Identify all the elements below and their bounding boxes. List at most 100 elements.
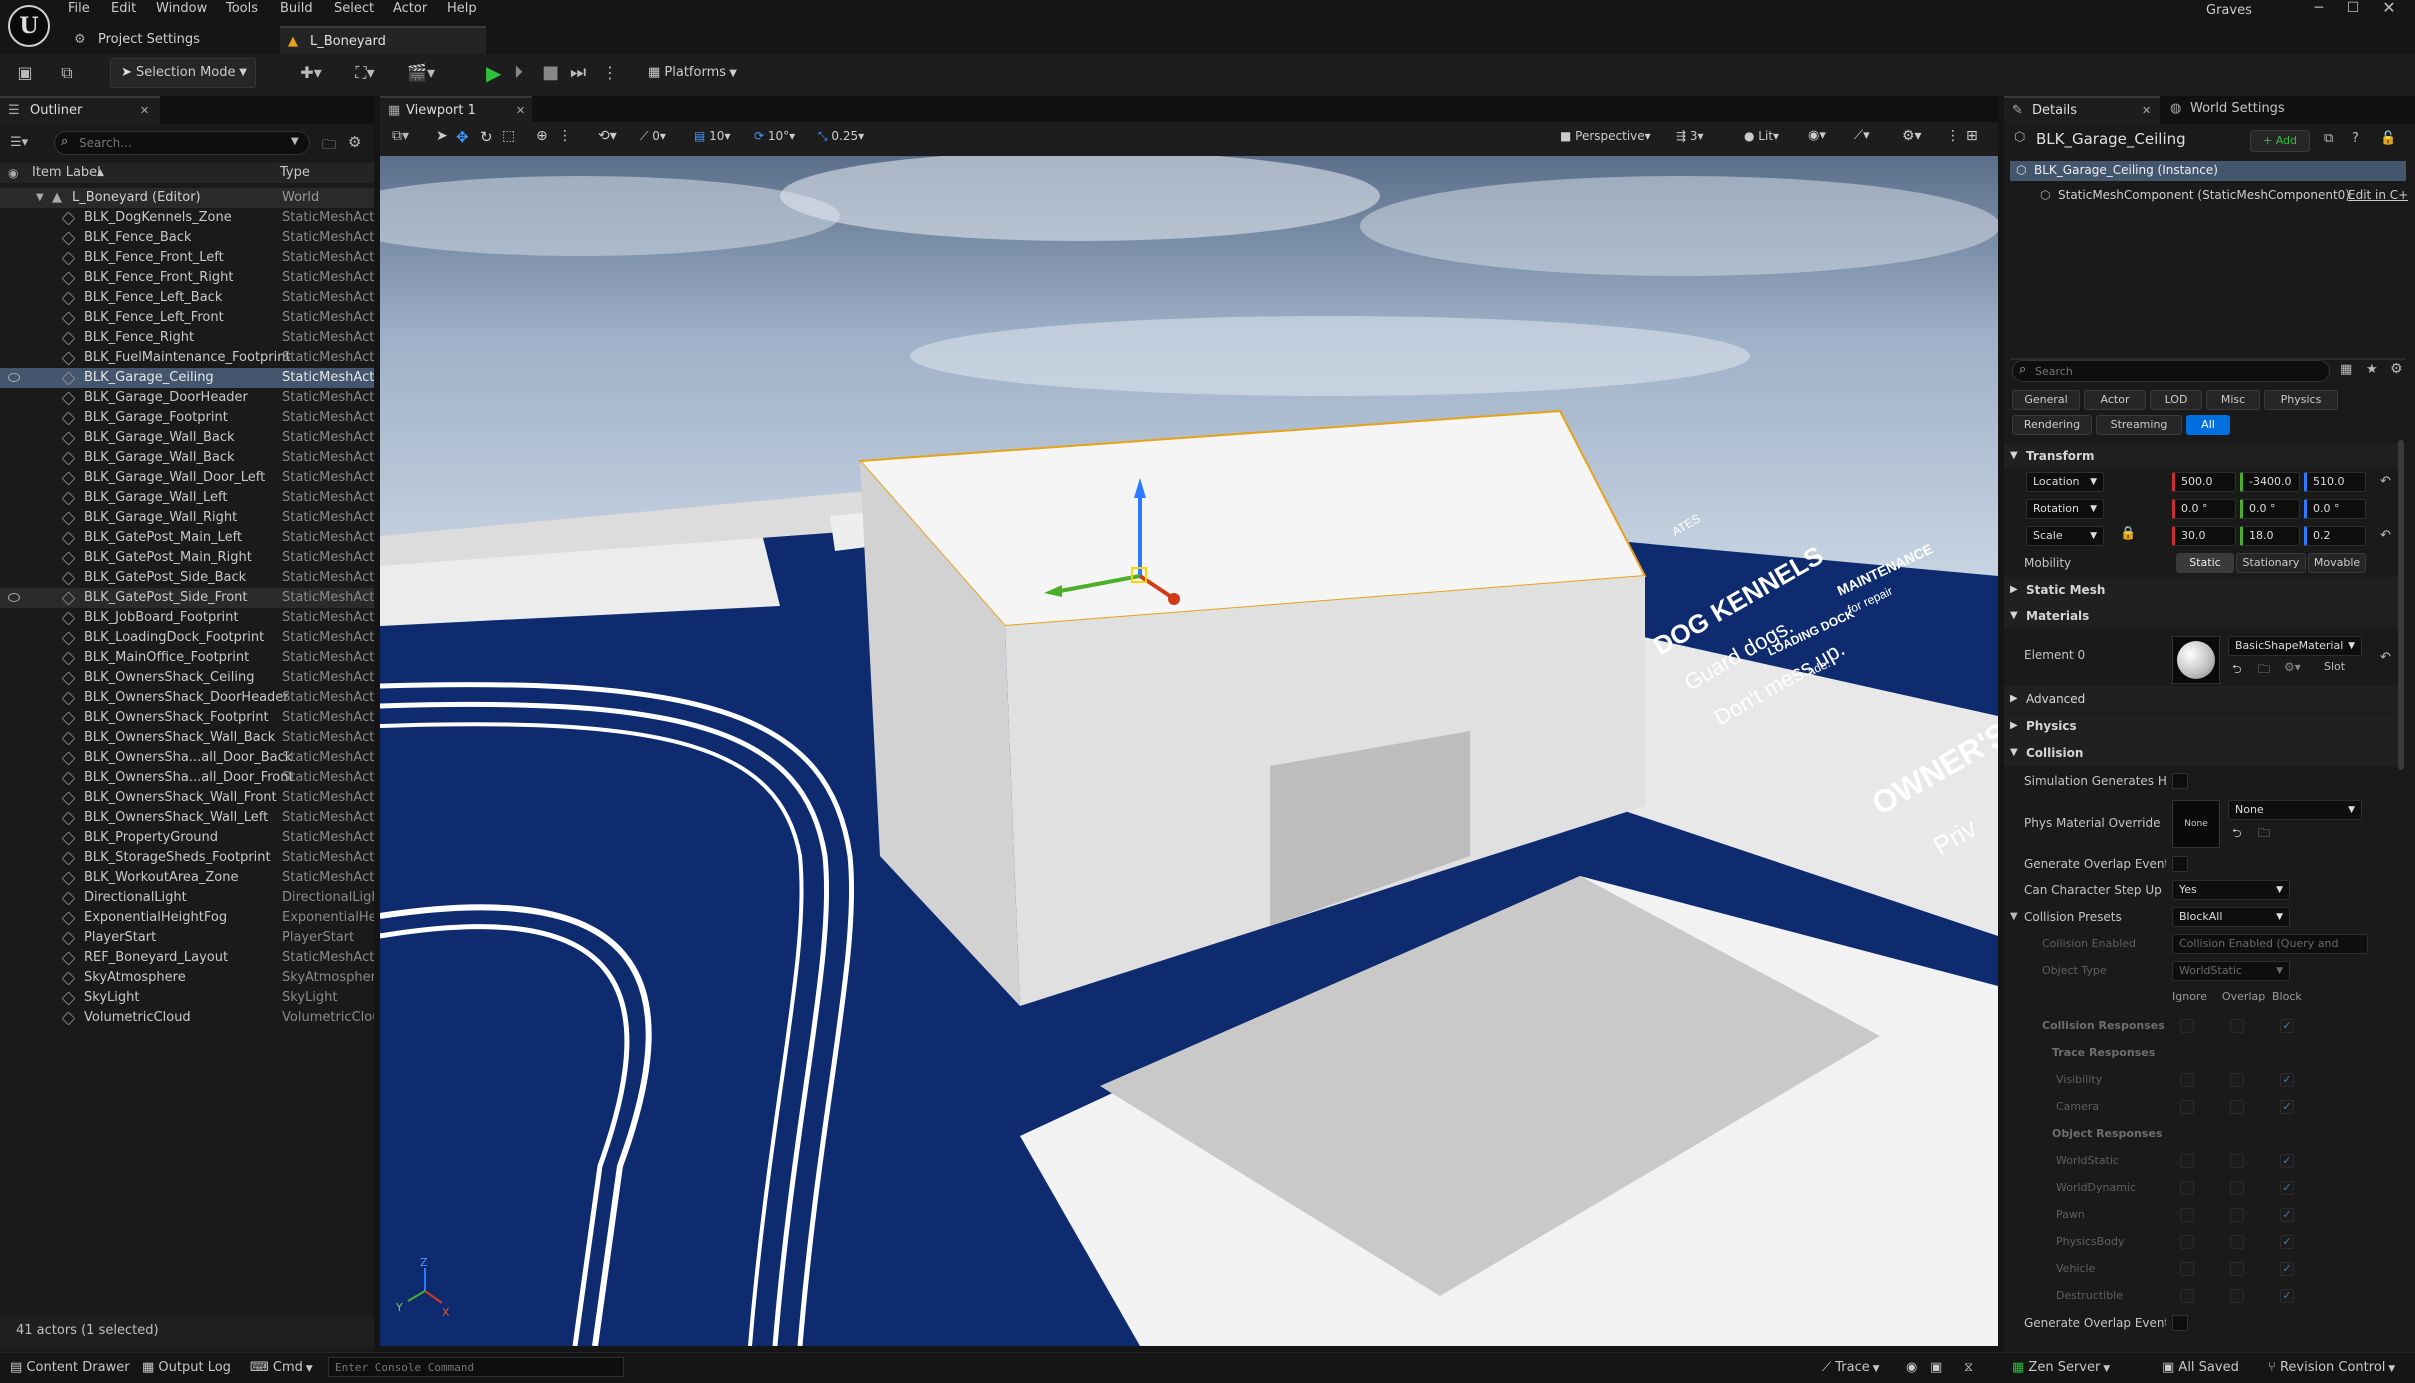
- blueprint-icon[interactable]: ⧉: [2324, 131, 2333, 146]
- output-log-button[interactable]: ▦ Output Log: [142, 1358, 231, 1378]
- console-input[interactable]: [328, 1357, 624, 1377]
- outliner-row[interactable]: SkyLight SkyLight: [0, 988, 374, 1008]
- favorites-icon[interactable]: ★: [2366, 362, 2378, 377]
- new-folder-icon[interactable]: 🗀: [322, 134, 336, 158]
- menu-actor[interactable]: Actor: [393, 0, 427, 18]
- outliner-row[interactable]: BLK_Fence_Left_Front StaticMeshActor: [0, 308, 374, 328]
- settings-icon[interactable]: ⚙: [348, 133, 361, 151]
- collapse-arrow-icon[interactable]: ▼: [2010, 904, 2018, 930]
- scale-z-field[interactable]: 0.2: [2304, 526, 2366, 546]
- phys-material-dropdown[interactable]: None ▼: [2228, 800, 2362, 820]
- collision-section[interactable]: ▼ Collision: [2004, 740, 2400, 766]
- outliner-row[interactable]: BLK_Fence_Left_Back StaticMeshActor: [0, 288, 374, 308]
- menu-tools[interactable]: Tools: [226, 0, 258, 18]
- viewport-3d[interactable]: DOG KENNELS Guard dogs. Don't mess up. O…: [380, 156, 1998, 1346]
- outliner-row[interactable]: BLK_Garage_Wall_Right StaticMeshActor: [0, 508, 374, 528]
- rotation-y-field[interactable]: 0.0 °: [2240, 499, 2300, 519]
- blueprint-icon[interactable]: ⛶▾: [346, 62, 384, 84]
- sim-hits-checkbox[interactable]: [2172, 773, 2188, 789]
- filter-actor-button[interactable]: Actor: [2084, 390, 2146, 410]
- maximize-icon[interactable]: ☐: [2338, 0, 2368, 18]
- static-mesh-section[interactable]: ▶ Static Mesh: [2004, 577, 2400, 603]
- material-dropdown[interactable]: BasicShapeMaterial ▼: [2228, 636, 2362, 656]
- play-icon[interactable]: ▶: [486, 62, 508, 84]
- unreal-logo[interactable]: U: [8, 5, 50, 47]
- details-scrollbar[interactable]: [2398, 440, 2404, 770]
- outliner-row[interactable]: DirectionalLight DirectionalLight: [0, 888, 374, 908]
- overlap-events-checkbox[interactable]: [2172, 856, 2188, 872]
- outliner-row[interactable]: BLK_Garage_Ceiling StaticMeshActor: [0, 368, 374, 388]
- world-space-icon[interactable]: ⊕: [536, 128, 548, 144]
- advanced-section[interactable]: ▶ Advanced: [2004, 686, 2400, 712]
- location-y-field[interactable]: -3400.0: [2240, 472, 2300, 492]
- all-saved-button[interactable]: ▣ All Saved: [2162, 1358, 2239, 1378]
- lock-icon[interactable]: 🔒: [2120, 526, 2136, 541]
- scale-tool-icon[interactable]: ⬚: [502, 128, 515, 144]
- add-component-button[interactable]: + Add: [2250, 130, 2310, 152]
- close-tab-icon[interactable]: ✕: [2142, 97, 2151, 125]
- tab-outliner[interactable]: ☰ Outliner ✕: [0, 96, 160, 124]
- reset-icon[interactable]: ↶: [2380, 474, 2391, 489]
- filter-streaming-button[interactable]: Streaming: [2096, 415, 2182, 435]
- filter-icon[interactable]: ☰▾: [10, 132, 46, 154]
- column-type[interactable]: Type: [280, 163, 310, 183]
- surface-snap-icon[interactable]: ⟲▾: [598, 128, 617, 144]
- materials-section[interactable]: ▼ Materials: [2004, 603, 2400, 629]
- use-selected-icon[interactable]: ⮌: [2232, 660, 2242, 681]
- property-matrix-icon[interactable]: ▦: [2340, 362, 2352, 377]
- grid-snap[interactable]: ▤ 10▾: [694, 129, 730, 143]
- reset-icon[interactable]: ↶: [2380, 650, 2391, 665]
- revision-control-button[interactable]: ⑂ Revision Control ▼: [2268, 1358, 2395, 1378]
- outliner-row[interactable]: BLK_Garage_DoorHeader StaticMeshActor: [0, 388, 374, 408]
- tab-project-settings[interactable]: ⚙ Project Settings: [68, 26, 278, 54]
- outliner-row[interactable]: BLK_OwnersShack_Wall_Left StaticMeshActor: [0, 808, 374, 828]
- trace-options-icon[interactable]: ⧖: [1964, 1358, 1973, 1378]
- overlap-events-2-checkbox[interactable]: [2172, 1315, 2188, 1331]
- tab-world-settings[interactable]: ◍ World Settings: [2166, 96, 2316, 124]
- tab-viewport[interactable]: ▦ Viewport 1 ✕: [380, 96, 532, 124]
- outliner-row[interactable]: BLK_OwnersSha...all_Door_Back StaticMeshA…: [0, 748, 374, 768]
- layout-icon[interactable]: ⊞: [1966, 128, 1978, 144]
- trace-dropdown[interactable]: ⟋ Trace ▼: [1822, 1358, 1880, 1378]
- outliner-row[interactable]: VolumetricCloud VolumetricCloud: [0, 1008, 374, 1028]
- details-search-input[interactable]: [2035, 363, 2315, 379]
- outliner-row[interactable]: REF_Boneyard_Layout StaticMeshActor: [0, 948, 374, 968]
- outliner-row[interactable]: BLK_Garage_Wall_Left StaticMeshActor: [0, 488, 374, 508]
- close-tab-icon[interactable]: ✕: [516, 97, 525, 125]
- outliner-row[interactable]: BLK_OwnersShack_Ceiling StaticMeshActor: [0, 668, 374, 688]
- selection-mode-button[interactable]: ➤ Selection Mode ▼: [110, 58, 256, 88]
- component-row[interactable]: ⬡ StaticMeshComponent (StaticMeshCompone…: [2010, 186, 2408, 206]
- collision-presets-dropdown[interactable]: BlockAll ▼: [2172, 907, 2290, 927]
- rotation-snap[interactable]: ⟋ 0▾: [640, 129, 666, 144]
- column-item-label[interactable]: Item Label: [32, 163, 101, 183]
- rotation-z-field[interactable]: 0.0 °: [2304, 499, 2366, 519]
- mobility-static-button[interactable]: Static: [2176, 553, 2234, 573]
- location-x-field[interactable]: 500.0: [2172, 472, 2236, 492]
- menu-window[interactable]: Window: [156, 0, 207, 18]
- transform-section[interactable]: ▼ Transform: [2004, 443, 2400, 469]
- more-icon[interactable]: ⋮: [1946, 128, 1960, 144]
- perspective-button[interactable]: ■ Perspective▾: [1560, 129, 1651, 143]
- menu-file[interactable]: File: [68, 0, 90, 18]
- menu-select[interactable]: Select: [334, 0, 374, 18]
- scale-dropdown[interactable]: Scale ▼: [2026, 526, 2104, 546]
- outliner-row[interactable]: BLK_OwnersShack_Wall_Front StaticMeshActo…: [0, 788, 374, 808]
- select-tool-icon[interactable]: ➤: [436, 128, 448, 144]
- stop-icon[interactable]: ■: [542, 62, 564, 84]
- outliner-row[interactable]: ExponentialHeightFog ExponentialHeightFog: [0, 908, 374, 928]
- outliner-row[interactable]: BLK_GatePost_Side_Front StaticMeshActor: [0, 588, 374, 608]
- minimize-icon[interactable]: ─: [2304, 0, 2334, 18]
- outliner-row[interactable]: BLK_Garage_Wall_Back StaticMeshActor: [0, 448, 374, 468]
- outliner-row[interactable]: BLK_Garage_Footprint StaticMeshActor: [0, 408, 374, 428]
- gizmo-x-handle[interactable]: [1168, 593, 1180, 605]
- outliner-row[interactable]: BLK_Garage_Wall_Back StaticMeshActor: [0, 428, 374, 448]
- outliner-search-field[interactable]: ⌕ ▼: [54, 131, 310, 155]
- phys-material-thumbnail[interactable]: None: [2172, 800, 2220, 848]
- filter-physics-button[interactable]: Physics: [2264, 390, 2338, 410]
- filter-rendering-button[interactable]: Rendering: [2012, 415, 2092, 435]
- camera-speed-button[interactable]: ⇶ 3▾: [1676, 129, 1704, 143]
- lock-icon[interactable]: 🔓: [2380, 131, 2396, 146]
- outliner-row[interactable]: BLK_OwnersShack_Footprint StaticMeshActor: [0, 708, 374, 728]
- tab-level[interactable]: ▲ L_Boneyard: [280, 26, 486, 54]
- location-dropdown[interactable]: Location ▼: [2026, 472, 2104, 492]
